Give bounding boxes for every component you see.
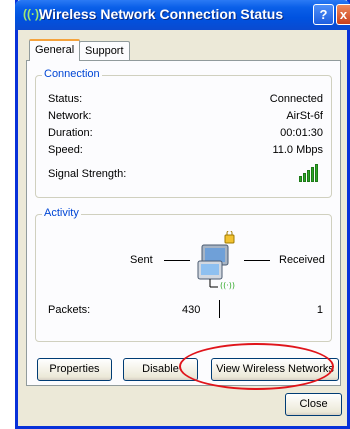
activity-group-label: Activity — [42, 207, 81, 219]
tab-support[interactable]: Support — [79, 41, 130, 60]
received-connector-line — [244, 260, 270, 261]
duration-row: Duration: 00:01:30 — [48, 127, 323, 141]
speed-value: 11.0 Mbps — [272, 144, 323, 156]
signal-label: Signal Strength: — [48, 168, 127, 180]
packets-received-value: 1 — [316, 304, 323, 316]
status-row: Status: Connected — [48, 93, 323, 107]
signal-strength-bars-icon — [299, 164, 321, 182]
help-button[interactable]: ? — [313, 4, 334, 25]
connection-group-label: Connection — [42, 68, 102, 80]
speed-label: Speed: — [48, 144, 83, 156]
disable-button[interactable]: Disable — [123, 358, 198, 381]
activity-group: Activity Sent ((·)) Received Packets: 43… — [35, 207, 332, 342]
tab-panel-general: Connection Status: Connected Network: Ai… — [26, 60, 341, 386]
network-value: AirSt-6f — [286, 110, 323, 122]
svg-text:((·)): ((·)) — [220, 281, 235, 290]
properties-button[interactable]: Properties — [37, 358, 112, 381]
sent-label: Sent — [130, 254, 153, 266]
view-wireless-networks-button[interactable]: View Wireless Networks — [211, 358, 339, 381]
network-computer-icon: ((·)) — [197, 231, 235, 290]
network-row: Network: AirSt-6f — [48, 110, 323, 124]
status-dialog: ((·)) Wireless Network Connection Status… — [15, 0, 350, 429]
packets-sent-value: 430 — [182, 304, 201, 316]
received-label: Received — [279, 254, 325, 266]
signal-row: Signal Strength: — [48, 164, 323, 182]
title-bar[interactable]: ((·)) Wireless Network Connection Status… — [15, 0, 350, 30]
status-label: Status: — [48, 93, 83, 105]
tab-general[interactable]: General — [29, 39, 81, 61]
network-label: Network: — [48, 110, 92, 122]
packets-divider — [219, 300, 220, 318]
window-title: Wireless Network Connection Status — [39, 6, 284, 22]
connection-group: Connection Status: Connected Network: Ai… — [35, 68, 332, 198]
duration-value: 00:01:30 — [280, 127, 323, 139]
sent-connector-line — [164, 260, 190, 261]
packets-label: Packets: — [48, 304, 91, 316]
status-value: Connected — [269, 93, 323, 105]
duration-label: Duration: — [48, 127, 93, 139]
close-window-x-button[interactable]: x — [336, 4, 350, 25]
speed-row: Speed: 11.0 Mbps — [48, 144, 323, 158]
close-button[interactable]: Close — [285, 393, 342, 416]
